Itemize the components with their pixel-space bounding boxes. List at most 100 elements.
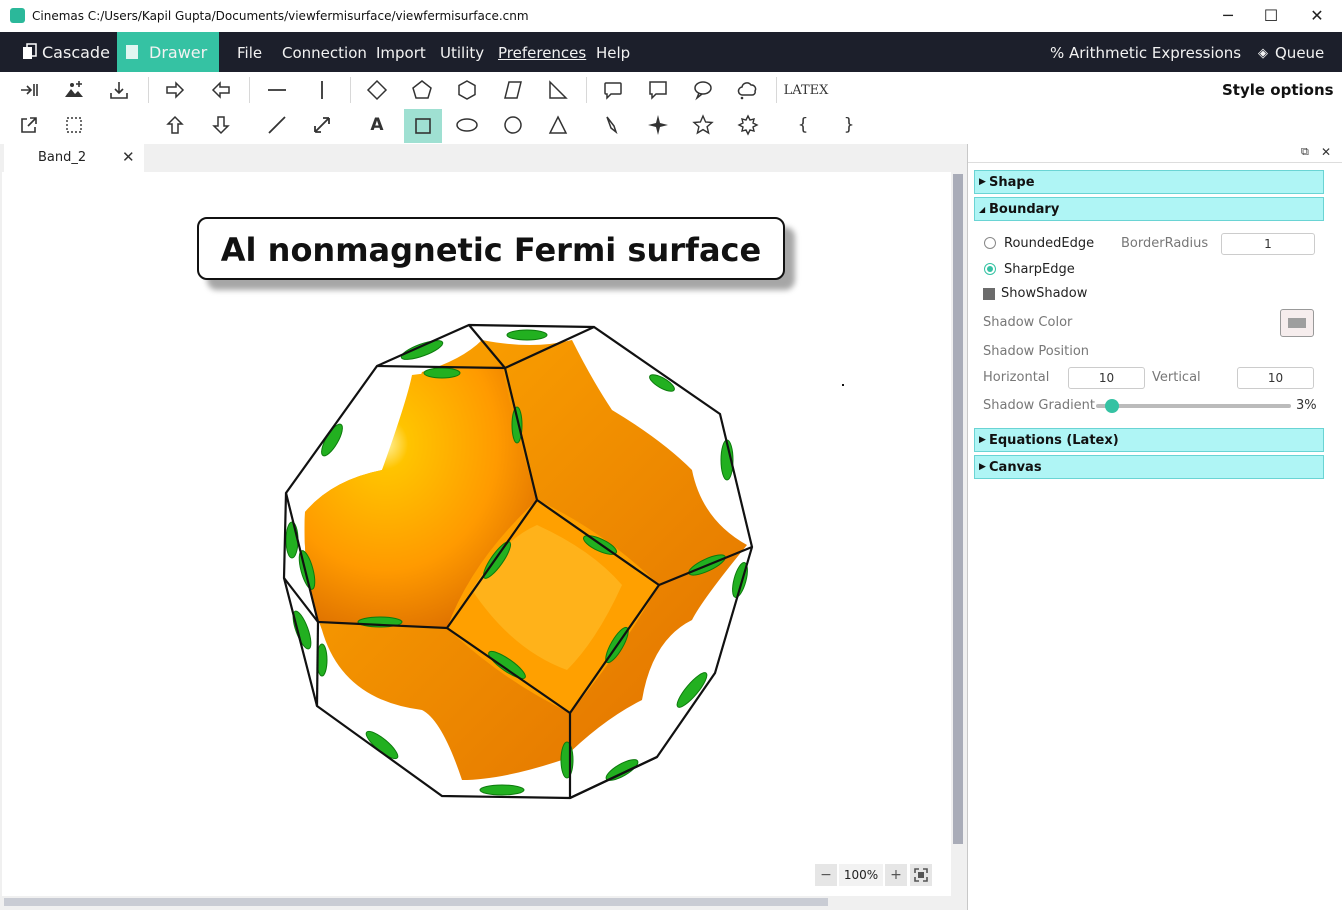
toolbar-divider xyxy=(148,77,149,103)
external-link-icon[interactable] xyxy=(12,109,46,141)
shadow-gradient-label: Shadow Gradient xyxy=(983,398,1096,413)
fermi-surface-image[interactable] xyxy=(278,322,758,802)
brace-open-button[interactable]: { xyxy=(786,109,820,141)
drawer-label: Drawer xyxy=(149,43,208,62)
right-triangle-icon[interactable] xyxy=(541,74,575,106)
menu-preferences[interactable]: Preferences xyxy=(498,44,586,62)
close-panel-icon[interactable]: ✕ xyxy=(1321,145,1331,159)
horizontal-label: Horizontal xyxy=(983,370,1050,385)
vertical-input[interactable]: 10 xyxy=(1237,367,1314,389)
menu-help[interactable]: Help xyxy=(596,44,630,62)
arrow-right-icon[interactable] xyxy=(158,74,192,106)
menu-utility[interactable]: Utility xyxy=(440,44,484,62)
vertical-line-icon[interactable] xyxy=(305,74,339,106)
layers-icon: ◈ xyxy=(1258,46,1268,61)
minimize-button[interactable]: ─ xyxy=(1205,4,1251,28)
show-shadow-checkbox[interactable] xyxy=(983,288,995,300)
menu-connection[interactable]: Connection xyxy=(282,44,367,62)
circle-icon[interactable] xyxy=(496,109,530,141)
ellipse-icon[interactable] xyxy=(450,109,484,141)
zoom-in-button[interactable]: + xyxy=(885,864,907,886)
section-equations[interactable]: ▶ Equations (Latex) xyxy=(974,428,1324,452)
callout-rect-icon[interactable] xyxy=(641,74,675,106)
title-box[interactable]: Al nonmagnetic Fermi surface xyxy=(197,217,785,280)
horizontal-input[interactable]: 10 xyxy=(1068,367,1145,389)
drawing-canvas[interactable]: Al nonmagnetic Fermi surface − 100% + xyxy=(2,172,951,896)
section-equations-label: Equations (Latex) xyxy=(989,433,1119,448)
horizontal-scroll-thumb[interactable] xyxy=(4,898,828,906)
text-tool-button[interactable]: A xyxy=(360,109,394,141)
section-boundary-label: Boundary xyxy=(989,202,1060,217)
shadow-color-swatch xyxy=(1288,318,1306,328)
float-panel-icon[interactable]: ⧉ xyxy=(1301,145,1309,159)
collapsed-triangle-icon: ▶ xyxy=(979,435,986,445)
drawer-tab[interactable]: Drawer xyxy=(117,32,219,72)
seal-star-icon[interactable] xyxy=(731,109,765,141)
rounded-edge-radio[interactable] xyxy=(984,237,996,249)
shadow-color-label: Shadow Color xyxy=(983,315,1073,330)
shadow-gradient-track[interactable] xyxy=(1096,404,1291,408)
horizontal-line-icon[interactable] xyxy=(260,74,294,106)
vertical-scroll-thumb[interactable] xyxy=(953,174,963,844)
zoom-level[interactable]: 100% xyxy=(839,864,883,886)
callout-rounded-icon[interactable] xyxy=(596,74,630,106)
border-radius-label: BorderRadius xyxy=(1121,236,1209,251)
collapsed-triangle-icon: ▶ xyxy=(979,177,986,187)
diamond-icon[interactable] xyxy=(360,74,394,106)
fit-to-screen-icon[interactable] xyxy=(910,864,932,886)
shadow-position-label: Shadow Position xyxy=(983,344,1090,359)
rectangle-tool-icon[interactable] xyxy=(404,109,442,143)
callout-oval-icon[interactable] xyxy=(686,74,720,106)
zoom-out-button[interactable]: − xyxy=(815,864,837,886)
section-canvas[interactable]: ▶ Canvas xyxy=(974,455,1324,479)
arrow-up-icon[interactable] xyxy=(158,109,192,141)
section-boundary[interactable]: ◢ Boundary xyxy=(974,197,1324,221)
shadow-gradient-value: 3% xyxy=(1296,398,1317,413)
window-title: Cinemas C:/Users/Kapil Gupta/Documents/v… xyxy=(32,9,529,23)
canvas-dot xyxy=(842,384,844,386)
add-image-icon[interactable] xyxy=(57,74,91,106)
shadow-color-picker[interactable] xyxy=(1280,309,1314,337)
app-icon xyxy=(10,8,25,23)
tab-band-2[interactable]: Band_2 ✕ xyxy=(4,144,144,172)
drawer-icon xyxy=(125,43,141,65)
triangle-icon[interactable] xyxy=(541,109,575,141)
brace-close-button[interactable]: } xyxy=(832,109,866,141)
cascade-tab[interactable]: Cascade xyxy=(0,32,117,72)
border-radius-input[interactable]: 1 xyxy=(1221,233,1315,255)
arrow-left-icon[interactable] xyxy=(204,74,238,106)
sharp-edge-radio[interactable] xyxy=(984,263,996,275)
pen-icon[interactable] xyxy=(596,109,630,141)
menu-file[interactable]: File xyxy=(237,44,262,62)
arrow-down-icon[interactable] xyxy=(204,109,238,141)
close-window-button[interactable]: ✕ xyxy=(1294,4,1340,28)
show-shadow-label: ShowShadow xyxy=(1001,286,1088,301)
select-region-icon[interactable] xyxy=(57,109,91,141)
parallelogram-icon[interactable] xyxy=(496,74,530,106)
panel-header xyxy=(968,144,1342,163)
maximize-button[interactable]: ☐ xyxy=(1248,4,1294,28)
hexagon-icon[interactable] xyxy=(450,74,484,106)
star-icon[interactable] xyxy=(686,109,720,141)
section-shape[interactable]: ▶ Shape xyxy=(974,170,1324,194)
menu-import[interactable]: Import xyxy=(376,44,426,62)
toolbar-divider xyxy=(350,77,351,103)
double-arrow-icon[interactable] xyxy=(305,109,339,141)
section-canvas-label: Canvas xyxy=(989,460,1042,475)
tab-close-icon[interactable]: ✕ xyxy=(122,148,135,166)
style-options-panel: ⧉ ✕ xyxy=(967,144,1342,910)
document-tabstrip: Band_2 ✕ xyxy=(0,144,965,172)
queue-button[interactable]: Queue xyxy=(1275,44,1324,62)
diagonal-line-icon[interactable] xyxy=(260,109,294,141)
pentagon-icon[interactable] xyxy=(405,74,439,106)
cascade-label: Cascade xyxy=(42,43,110,62)
latex-button[interactable]: LATEX xyxy=(784,74,829,106)
insert-column-icon[interactable] xyxy=(12,74,46,106)
download-icon[interactable] xyxy=(102,74,136,106)
tab-label: Band_2 xyxy=(38,150,87,165)
four-point-star-icon[interactable] xyxy=(641,109,675,141)
arithmetic-expressions-button[interactable]: Arithmetic Expressions xyxy=(1069,44,1241,62)
expanded-triangle-icon: ◢ xyxy=(979,205,986,214)
drawing-toolbar: LATEX Style options A { } xyxy=(0,72,1342,144)
callout-cloud-icon[interactable] xyxy=(731,74,765,106)
